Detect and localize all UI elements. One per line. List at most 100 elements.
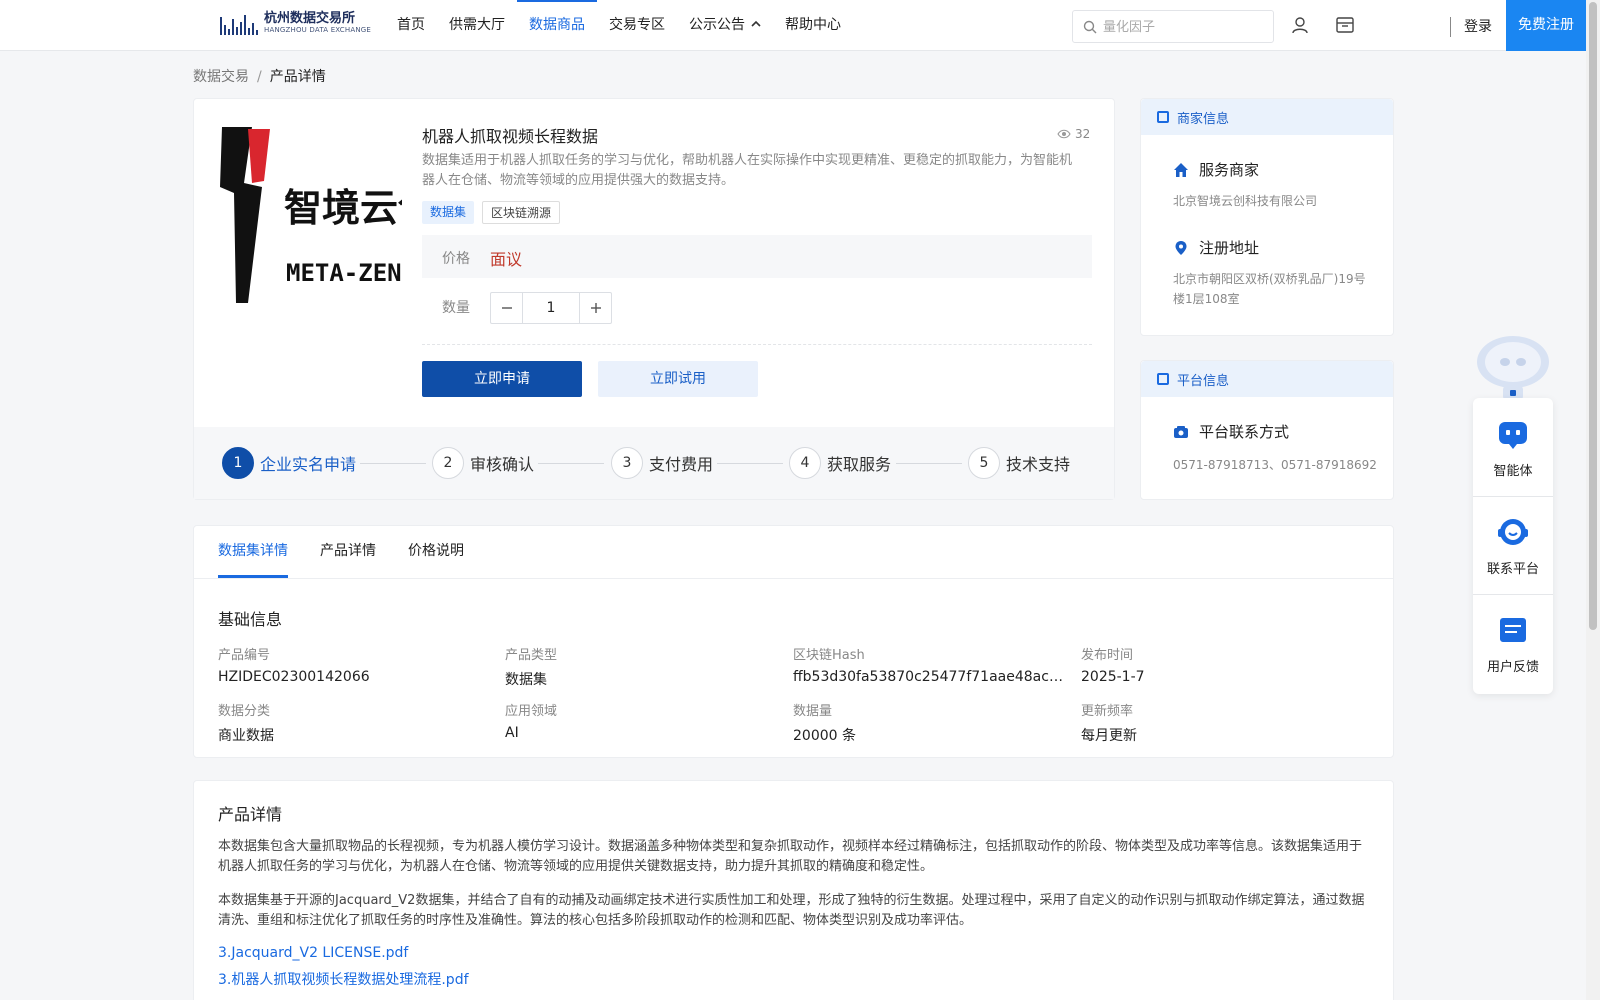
- breadcrumb: 数据交易 / 产品详情: [193, 66, 326, 86]
- home-icon: [1174, 162, 1188, 177]
- field-update-frequency: 更新频率 每月更新: [1081, 700, 1351, 745]
- breadcrumb-root[interactable]: 数据交易: [193, 69, 249, 85]
- shop-icon[interactable]: [1335, 16, 1355, 34]
- search-icon: [1083, 20, 1097, 33]
- site-logo[interactable]: 杭州数据交易所 HANGZHOU DATA EXCHANGE: [220, 12, 371, 35]
- step-label: 获取服务: [827, 455, 892, 474]
- contact-platform-label: 联系平台: [1486, 562, 1539, 577]
- product-details-title: 产品详情: [218, 805, 283, 824]
- contact-platform-entry[interactable]: 联系平台: [1473, 516, 1553, 577]
- page-scrollbar[interactable]: [1586, 0, 1600, 1000]
- field-value: 20000 条: [793, 728, 856, 744]
- product-details-paragraph: 本数据集基于开源的Jacquard_V2数据集，并结合了自有的动捕及动画绑定技术…: [218, 893, 1365, 928]
- field-application-domain: 应用领域 AI: [505, 700, 775, 741]
- nav-item-help-center[interactable]: 帮助中心: [773, 0, 853, 51]
- logo-subtitle: HANGZHOU DATA EXCHANGE: [264, 26, 372, 34]
- increment-button[interactable]: [580, 293, 611, 323]
- process-file-link[interactable]: 3.机器人抓取视频长程数据处理流程.pdf: [218, 969, 469, 989]
- calendar-icon: [1157, 111, 1169, 123]
- header-divider: [1450, 17, 1451, 37]
- step-2: 2 审核确认: [432, 447, 534, 479]
- minus-icon: [501, 307, 512, 309]
- divider: [1473, 594, 1553, 595]
- product-summary-card: 智境云创 META-ZEN 机器人抓取视频长程数据 32 数据集适用于机器人抓取…: [193, 98, 1115, 500]
- scrollbar-thumb[interactable]: [1589, 2, 1597, 630]
- tag-dataset: 数据集: [422, 201, 475, 224]
- product-details-paragraph: 本数据集包含大量抓取物品的长程视频，专为机器人模仿学习设计。数据涵盖多种物体类型…: [218, 839, 1363, 874]
- feedback-icon: [1500, 618, 1526, 642]
- search-box[interactable]: [1072, 10, 1274, 43]
- customer-service-icon: [1498, 519, 1528, 545]
- step-connector: [896, 463, 962, 464]
- try-now-button[interactable]: 立即试用: [598, 361, 758, 397]
- license-file-link[interactable]: 3.Jacquard_V2 LICENSE.pdf: [218, 945, 408, 961]
- tab-price-description[interactable]: 价格说明: [408, 526, 464, 578]
- agent-entry-label: 智能体: [1493, 464, 1533, 479]
- product-tags: 数据集 区块链溯源: [422, 201, 561, 224]
- logo-mark-icon: [220, 13, 258, 35]
- product-title: 机器人抓取视频长程数据: [422, 127, 599, 146]
- step-connector: [717, 463, 783, 464]
- robot-assistant-icon[interactable]: [1473, 326, 1553, 406]
- basic-info-title: 基础信息: [218, 610, 283, 629]
- step-number: 1: [222, 447, 254, 479]
- view-count-value: 32: [1075, 127, 1091, 141]
- field-data-category: 数据分类 商业数据: [218, 700, 488, 745]
- floating-service-panel: 智能体 联系平台 用户反馈: [1473, 398, 1553, 694]
- step-3: 3 支付费用: [611, 447, 713, 479]
- nav-item-trading-zone[interactable]: 交易专区: [597, 0, 677, 51]
- tabs-divider: [194, 578, 1393, 579]
- tag-blockchain: 区块链溯源: [482, 201, 561, 224]
- nav-item-announcements[interactable]: 公示公告: [677, 0, 773, 51]
- price-box: 价格 面议: [422, 235, 1092, 278]
- user-icon[interactable]: [1291, 16, 1309, 34]
- step-label: 支付费用: [649, 455, 714, 474]
- tab-dataset-details[interactable]: 数据集详情: [218, 526, 288, 578]
- step-number: 4: [789, 447, 821, 479]
- apply-now-button[interactable]: 立即申请: [422, 361, 582, 397]
- decrement-button[interactable]: [491, 293, 522, 323]
- monitor-icon: [1157, 373, 1169, 385]
- step-connector: [538, 463, 604, 464]
- nav-item-data-products[interactable]: 数据商品: [517, 0, 597, 51]
- agent-entry[interactable]: 智能体: [1473, 418, 1553, 479]
- step-1: 1 企业实名申请: [222, 447, 356, 479]
- eye-icon: [1057, 129, 1071, 139]
- step-5: 5 技术支持: [968, 447, 1070, 479]
- merchant-info-header: 商家信息: [1141, 99, 1393, 135]
- field-data-volume: 数据量 20000 条: [793, 700, 1063, 745]
- divider: [1473, 496, 1553, 497]
- field-product-type: 产品类型 数据集: [505, 644, 775, 689]
- svg-text:智境云创: 智境云创: [284, 186, 402, 230]
- step-number: 3: [611, 447, 643, 479]
- login-link[interactable]: 登录: [1464, 16, 1492, 36]
- platform-info-title: 平台信息: [1177, 373, 1230, 389]
- nav-item-supply-demand[interactable]: 供需大厅: [437, 0, 517, 51]
- register-button[interactable]: 免费注册: [1506, 0, 1586, 51]
- logo-title: 杭州数据交易所: [264, 11, 356, 26]
- breadcrumb-separator: /: [257, 69, 262, 85]
- platform-info-card: 平台信息 平台联系方式 0571-87918713、0571-87918692: [1140, 360, 1394, 500]
- service-merchant-row: 服务商家: [1173, 159, 1259, 180]
- field-key: 数据量: [793, 704, 833, 719]
- quantity-input[interactable]: 1: [522, 293, 580, 323]
- step-4: 4 获取服务: [789, 447, 891, 479]
- dataset-details-card: 数据集详情 产品详情 价格说明 基础信息 产品编号 HZIDEC023001420…: [193, 525, 1394, 758]
- platform-contact-label: 平台联系方式: [1199, 423, 1290, 441]
- step-label: 技术支持: [1006, 455, 1071, 474]
- plus-icon: [590, 303, 601, 313]
- purchase-steps: 1 企业实名申请 2 审核确认 3 支付费用 4 获取服务 5 技术支持: [194, 427, 1114, 499]
- chatbot-icon: [1499, 422, 1527, 449]
- price-value: 面议: [490, 250, 523, 269]
- service-merchant-label: 服务商家: [1199, 161, 1260, 179]
- user-feedback-label: 用户反馈: [1486, 660, 1539, 675]
- tab-product-details[interactable]: 产品详情: [320, 526, 376, 578]
- search-input[interactable]: [1103, 19, 1253, 34]
- field-key: 区块链Hash: [793, 648, 865, 663]
- svg-text:META-ZEN: META-ZEN: [286, 259, 402, 287]
- breadcrumb-current: 产品详情: [269, 69, 326, 85]
- nav-item-home[interactable]: 首页: [385, 0, 437, 51]
- step-number: 2: [432, 447, 464, 479]
- user-feedback-entry[interactable]: 用户反馈: [1473, 614, 1553, 675]
- step-label: 审核确认: [470, 455, 535, 474]
